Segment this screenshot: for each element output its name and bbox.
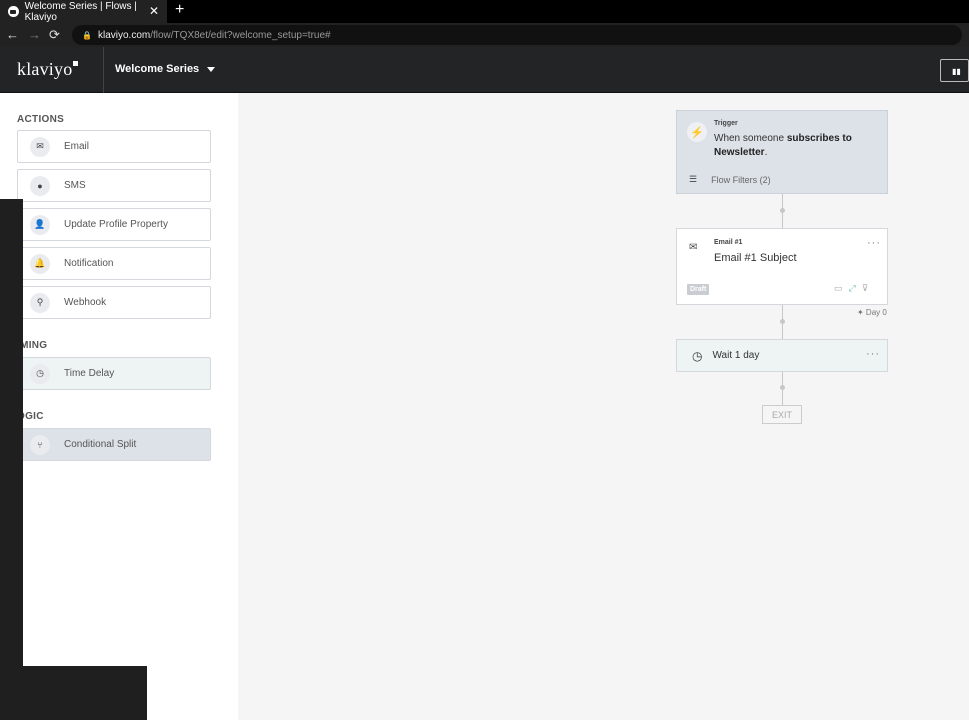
connector-dot[interactable]	[780, 208, 785, 213]
logo-text: klaviyo	[17, 59, 73, 79]
trigger-text-suffix: .	[764, 147, 768, 158]
url-domain: klaviyo.com	[97, 29, 151, 41]
browser-address-bar: ← → ⟳ 🔒 klaviyo.com/flow/TQX8et/edit?wel…	[0, 23, 969, 47]
dark-overlay-left	[0, 199, 23, 720]
action-label: Email	[64, 141, 90, 152]
connector-dot[interactable]	[780, 319, 785, 324]
action-webhook[interactable]: ⚲ Webhook	[17, 286, 211, 319]
trigger-card[interactable]: ⚡ Trigger When someone subscribes to New…	[676, 110, 888, 194]
person-icon: 👤	[30, 214, 50, 235]
exit-node: EXIT	[762, 405, 802, 424]
envelope-icon: ✉	[30, 136, 50, 157]
back-arrow-icon[interactable]: ←	[6, 27, 19, 42]
action-label: Webhook	[64, 297, 107, 308]
logo-flag-icon	[73, 61, 79, 66]
day-marker: ✦ Day 0	[857, 308, 887, 317]
logic-label: Conditional Split	[64, 439, 137, 450]
klaviyo-logo[interactable]: klaviyo	[17, 59, 79, 80]
action-label: Notification	[64, 258, 114, 269]
email-card[interactable]: ✉ Email #1 Email #1 Subject ··· Draft ▭ …	[676, 228, 888, 305]
more-options-icon[interactable]: ···	[866, 348, 880, 360]
timing-time-delay[interactable]: ◷ Time Delay	[17, 357, 211, 390]
reload-icon[interactable]: ⟳	[49, 27, 60, 43]
bar-chart-icon: ▮▮	[952, 67, 961, 76]
dark-overlay-bottom	[0, 666, 147, 720]
logic-conditional-split[interactable]: ⑂ Conditional Split	[17, 428, 211, 461]
clock-icon: ◷	[30, 363, 50, 384]
analytics-button[interactable]: ▮▮	[940, 59, 969, 82]
forward-arrow-icon[interactable]: →	[28, 27, 41, 42]
trigger-description: When someone subscribes to Newsletter.	[714, 132, 879, 160]
lock-icon: 🔒	[82, 30, 92, 40]
chevron-down-icon	[207, 66, 216, 72]
actions-sidebar: ACTIONS ✉ Email ● SMS 👤 Update Profile P…	[0, 93, 238, 720]
split-icon: ⑂	[30, 434, 50, 455]
flow-name: Welcome Series	[115, 63, 200, 75]
wait-card[interactable]: ◷ Wait 1 day ···	[676, 339, 888, 372]
action-label: Update Profile Property	[64, 219, 168, 230]
email-label: Email #1	[714, 239, 743, 246]
action-update-profile-property[interactable]: 👤 Update Profile Property	[17, 208, 211, 241]
envelope-icon: ✉	[689, 242, 698, 253]
browser-tab[interactable]: Welcome Series | Flows | Klaviyo ✕	[0, 0, 167, 23]
actions-header: ACTIONS	[17, 114, 65, 125]
clock-icon: ◷	[692, 348, 703, 363]
tab-close-icon[interactable]: ✕	[149, 4, 159, 18]
trigger-text-list: Newsletter	[714, 147, 765, 158]
action-label: SMS	[64, 180, 86, 191]
filter-list-icon: ☰	[689, 174, 698, 184]
action-sms[interactable]: ● SMS	[17, 169, 211, 202]
new-tab-button[interactable]: +	[175, 1, 184, 19]
bell-icon: 🔔	[30, 253, 50, 274]
filter-icon: ⊽	[861, 283, 869, 293]
chat-bubble-icon: ●	[30, 175, 50, 196]
timing-label: Time Delay	[64, 368, 115, 379]
tab-title: Welcome Series | Flows | Klaviyo	[24, 0, 137, 23]
url-field[interactable]: 🔒 klaviyo.com/flow/TQX8et/edit?welcome_s…	[72, 25, 962, 45]
klaviyo-favicon-icon	[8, 6, 19, 17]
more-options-icon[interactable]: ···	[867, 237, 881, 249]
flow-filters-link[interactable]: ☰ Flow Filters (2)	[689, 174, 771, 185]
draft-badge: Draft	[687, 284, 710, 295]
flow-name-dropdown[interactable]: Welcome Series	[115, 63, 216, 75]
connector-dot[interactable]	[780, 385, 785, 390]
action-email[interactable]: ✉ Email	[17, 130, 211, 163]
preview-icon: ▭	[834, 283, 843, 293]
trigger-text-prefix: When someone	[714, 133, 787, 144]
action-notification[interactable]: 🔔 Notification	[17, 247, 211, 280]
header-divider	[103, 47, 104, 93]
browser-tab-bar: Welcome Series | Flows | Klaviyo ✕ +	[0, 0, 969, 23]
trigger-label: Trigger	[714, 120, 738, 127]
wait-label: Wait 1 day	[712, 350, 760, 361]
flow-filters-label: Flow Filters (2)	[711, 174, 771, 185]
url-path: /flow/TQX8et/edit?welcome_setup=true#	[150, 29, 331, 41]
app-header: klaviyo Welcome Series ▮▮	[0, 47, 969, 93]
trigger-text-event: subscribes to	[786, 133, 852, 144]
email-subject: Email #1 Subject	[714, 252, 797, 264]
email-status-icons: ▭ ⤢ ⊽	[834, 283, 868, 294]
webhook-icon: ⚲	[30, 292, 50, 313]
lightning-icon: ⚡	[687, 122, 707, 142]
ab-test-icon: ⤢	[848, 283, 856, 293]
